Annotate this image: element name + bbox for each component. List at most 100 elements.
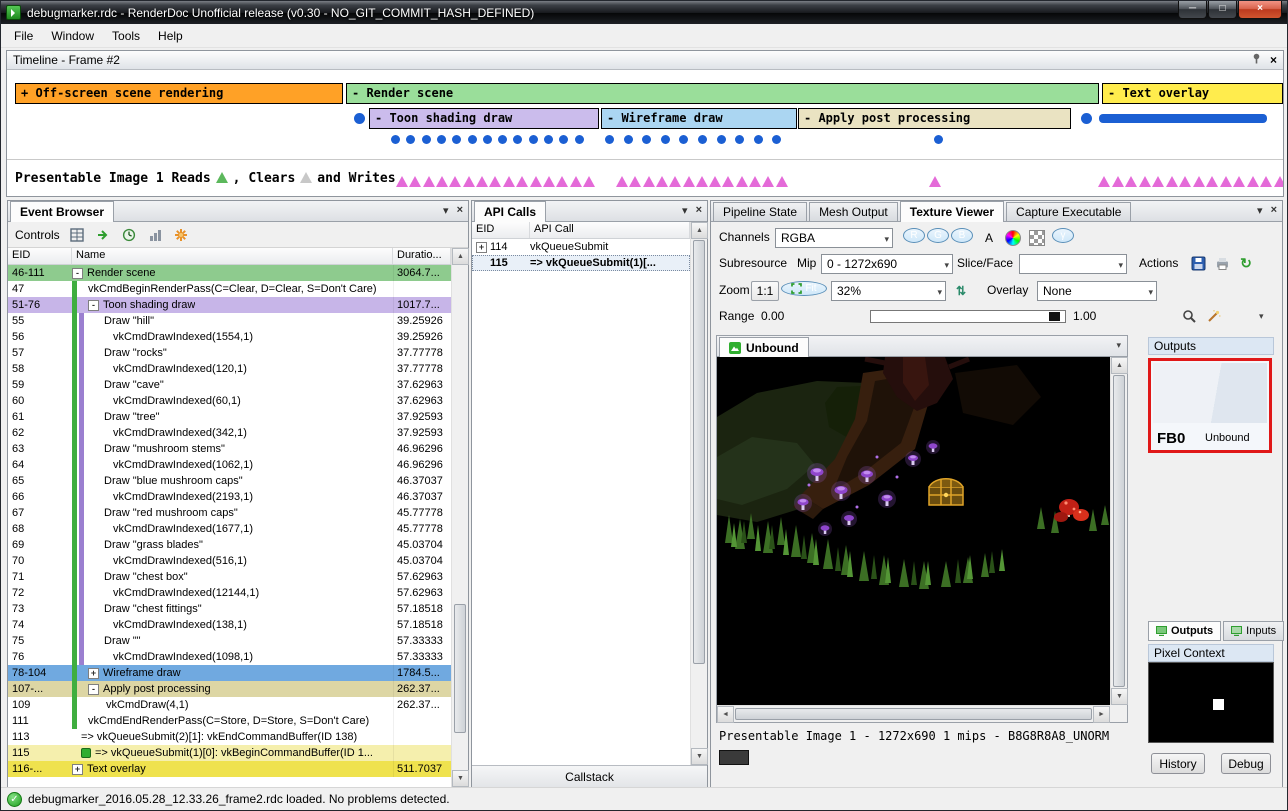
api-calls-scrollbar[interactable]: ▲ ▼: [690, 222, 707, 765]
timeline-header[interactable]: Timeline - Frame #2 ×: [7, 51, 1283, 70]
event-row[interactable]: 70vkCmdDrawIndexed(516,1)45.03704: [8, 553, 451, 569]
maximize-button[interactable]: □: [1208, 1, 1237, 19]
draw-marker-dot[interactable]: [354, 113, 365, 124]
event-row[interactable]: 47vkCmdBeginRenderPass(C=Clear, D=Clear,…: [8, 281, 451, 297]
frame-marker-bar[interactable]: - Text overlay: [1102, 83, 1283, 104]
menu-window[interactable]: Window: [42, 26, 103, 46]
pixel-context-view[interactable]: [1148, 662, 1274, 743]
event-row[interactable]: 115=> vkQueueSubmit(1)[0]: vkBeginComman…: [8, 745, 451, 761]
usage-triangle-icon[interactable]: [436, 176, 448, 187]
draw-call-dot[interactable]: [717, 135, 726, 144]
usage-triangle-icon[interactable]: [449, 176, 461, 187]
draw-call-dot[interactable]: [642, 135, 651, 144]
usage-triangle-icon[interactable]: [583, 176, 595, 187]
sliceface-select[interactable]: ▾: [1019, 254, 1127, 274]
panel-menu-icon[interactable]: ▾: [682, 204, 688, 217]
menu-tools[interactable]: Tools: [103, 26, 149, 46]
frame-marker-bar[interactable]: + Off-screen scene rendering: [15, 83, 343, 104]
usage-triangle-icon[interactable]: [709, 176, 721, 187]
title-bar[interactable]: debugmarker.rdc - RenderDoc Unofficial r…: [1, 1, 1287, 24]
usage-triangle-icon[interactable]: [749, 176, 761, 187]
event-row[interactable]: 51-76-Toon shading draw1017.7...: [8, 297, 451, 313]
scrollbar-thumb[interactable]: [454, 604, 466, 733]
scroll-up-icon[interactable]: ▲: [1111, 357, 1128, 374]
gamma-button[interactable]: γ: [1052, 228, 1074, 243]
usage-triangle-icon[interactable]: [762, 176, 774, 187]
frame-marker-bar[interactable]: - Render scene: [346, 83, 1099, 104]
tab-inputs[interactable]: Inputs: [1223, 621, 1284, 641]
usage-triangle-icon[interactable]: [1260, 176, 1272, 187]
panel-close-icon[interactable]: ×: [457, 204, 463, 217]
mip-select[interactable]: 0 - 1272x690 ▾: [821, 254, 953, 274]
draw-call-dot[interactable]: [679, 135, 688, 144]
api-call-row[interactable]: 115=> vkQueueSubmit(1)[...: [472, 255, 690, 271]
event-row[interactable]: 71Draw "chest box"57.62963: [8, 569, 451, 585]
event-row[interactable]: 64vkCmdDrawIndexed(1062,1)46.96296: [8, 457, 451, 473]
scrollbar-thumb[interactable]: [1113, 375, 1125, 687]
scroll-up-icon[interactable]: ▲: [691, 222, 708, 239]
timeline-body[interactable]: + Off-screen scene rendering- Render sce…: [7, 70, 1283, 196]
callstack-section[interactable]: Callstack: [472, 765, 707, 787]
draw-markers-strip[interactable]: [1099, 114, 1267, 123]
channel-g-button[interactable]: G: [927, 228, 949, 243]
event-row[interactable]: 63Draw "mushroom stems"46.96296: [8, 441, 451, 457]
draw-call-dot[interactable]: [406, 135, 415, 144]
draw-call-dot[interactable]: [575, 135, 584, 144]
expander-icon[interactable]: +: [72, 764, 83, 775]
texture-image[interactable]: [717, 357, 1111, 705]
usage-triangle-icon[interactable]: [722, 176, 734, 187]
event-row[interactable]: 65Draw "blue mushroom caps"46.37037: [8, 473, 451, 489]
event-row[interactable]: 56vkCmdDrawIndexed(1554,1)39.25926: [8, 329, 451, 345]
usage-triangle-icon[interactable]: [683, 176, 695, 187]
frame-marker-bar[interactable]: - Wireframe draw: [601, 108, 797, 129]
usage-triangle-icon[interactable]: [1193, 176, 1205, 187]
draw-call-dot[interactable]: [772, 135, 781, 144]
texture-list-chevron-icon[interactable]: ▾: [1116, 340, 1121, 351]
column-eid[interactable]: EID: [472, 222, 530, 238]
autofit-wand-icon[interactable]: [1203, 306, 1223, 326]
background-color-swatch[interactable]: [719, 750, 749, 765]
overlay-select[interactable]: None ▾: [1037, 281, 1157, 301]
usage-triangle-icon[interactable]: [616, 176, 628, 187]
viewport-hscrollbar[interactable]: ◄ ►: [717, 705, 1110, 722]
usage-triangle-icon[interactable]: [543, 176, 555, 187]
event-row[interactable]: 59Draw "cave"37.62963: [8, 377, 451, 393]
event-row[interactable]: 109vkCmdDraw(4,1)262.37...: [8, 697, 451, 713]
scroll-right-icon[interactable]: ►: [1093, 706, 1110, 723]
zoom-1to1-button[interactable]: 1:1: [751, 281, 779, 301]
event-row[interactable]: 74vkCmdDrawIndexed(138,1)57.18518: [8, 617, 451, 633]
options-icon[interactable]: [172, 226, 190, 244]
panel-close-icon[interactable]: ×: [1271, 204, 1277, 217]
usage-triangle-icon[interactable]: [503, 176, 515, 187]
draw-call-dot[interactable]: [661, 135, 670, 144]
filter-icon[interactable]: [68, 226, 86, 244]
tab-pipeline-state[interactable]: Pipeline State: [713, 202, 807, 221]
expander-icon[interactable]: -: [88, 684, 99, 695]
draw-call-dot[interactable]: [391, 135, 400, 144]
draw-call-dot[interactable]: [422, 135, 431, 144]
draw-marker-dot[interactable]: [1081, 113, 1092, 124]
draw-call-dot[interactable]: [735, 135, 744, 144]
draw-call-dot[interactable]: [483, 135, 492, 144]
usage-triangle-icon[interactable]: [629, 176, 641, 187]
channel-a-button[interactable]: A: [979, 228, 999, 248]
event-row[interactable]: 69Draw "grass blades"45.03704: [8, 537, 451, 553]
usage-triangle-icon[interactable]: [570, 176, 582, 187]
draw-call-dot[interactable]: [698, 135, 707, 144]
expander-icon[interactable]: -: [72, 268, 83, 279]
image-export-icon[interactable]: [1212, 253, 1232, 273]
usage-triangle-icon[interactable]: [516, 176, 528, 187]
usage-triangle-icon[interactable]: [530, 176, 542, 187]
column-api-call[interactable]: API Call: [530, 222, 690, 238]
column-eid[interactable]: EID: [8, 248, 72, 264]
usage-triangle-icon[interactable]: [1274, 176, 1284, 187]
draw-call-dot[interactable]: [513, 135, 522, 144]
event-row[interactable]: 107-...-Apply post processing262.37...: [8, 681, 451, 697]
flip-y-icon[interactable]: ⇅: [951, 281, 971, 301]
menu-help[interactable]: Help: [149, 26, 192, 46]
scroll-up-icon[interactable]: ▲: [452, 248, 469, 265]
draw-call-dot[interactable]: [452, 135, 461, 144]
goto-eid-icon[interactable]: [94, 226, 112, 244]
usage-triangle-icon[interactable]: [396, 176, 408, 187]
column-duration[interactable]: Duratio...: [393, 248, 451, 264]
